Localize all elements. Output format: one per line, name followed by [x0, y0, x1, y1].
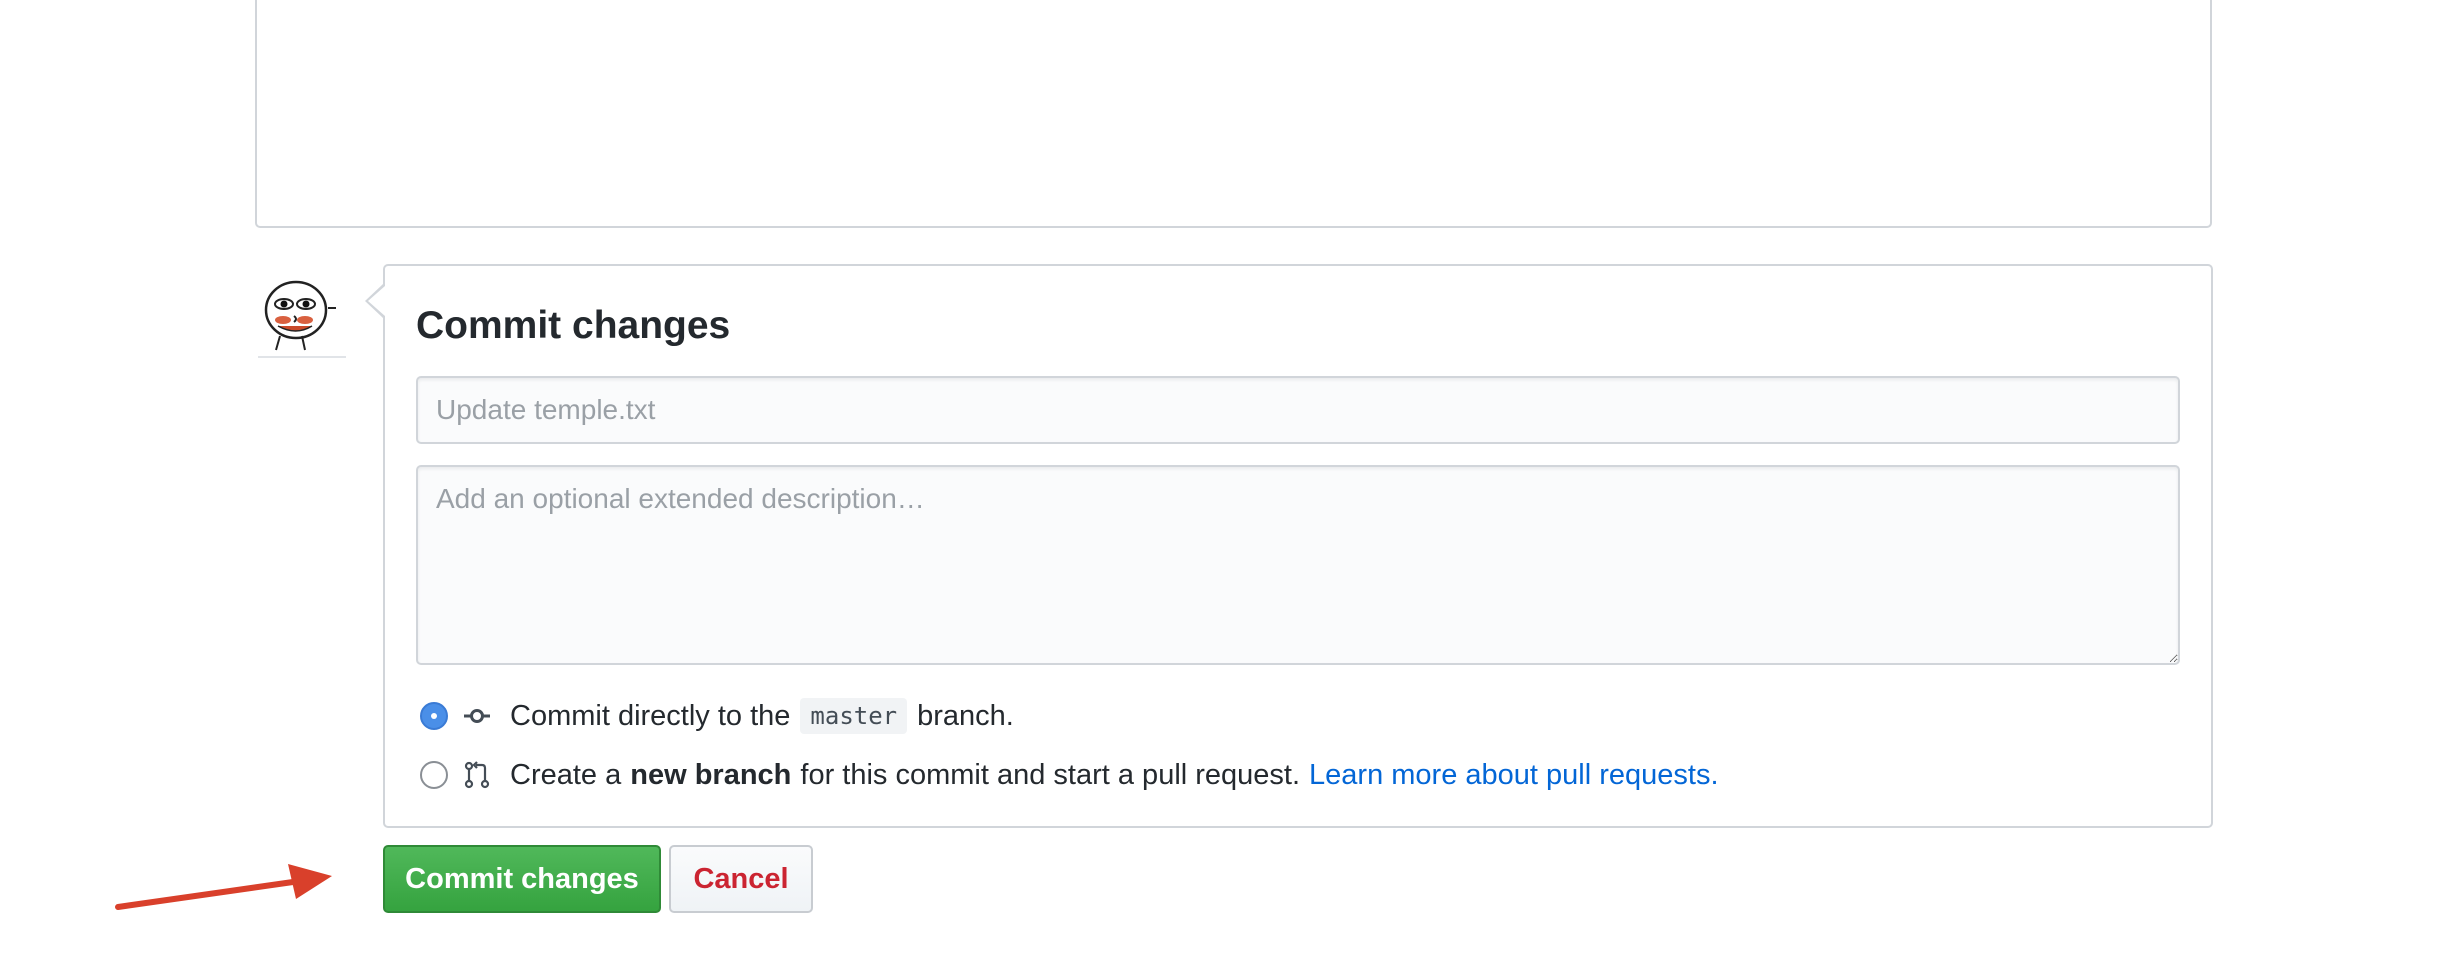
git-pull-request-icon — [464, 761, 490, 789]
cancel-button[interactable]: Cancel — [669, 845, 813, 913]
new-branch-bold: new branch — [630, 758, 792, 791]
commit-direct-option[interactable]: Commit directly to the master branch. — [420, 696, 1014, 736]
commit-direct-text: Commit directly to the — [510, 699, 791, 732]
panel-caret-fill — [368, 286, 385, 316]
user-avatar — [258, 272, 342, 356]
avatar-face-icon — [258, 272, 342, 356]
commit-direct-radio[interactable] — [420, 702, 448, 730]
commit-changes-button[interactable]: Commit changes — [383, 845, 661, 913]
new-branch-text-after: for this commit and start a pull request… — [800, 758, 1301, 791]
new-branch-radio[interactable] — [420, 761, 448, 789]
branch-name-badge: master — [800, 698, 908, 734]
new-branch-text: Create a — [510, 758, 622, 791]
red-arrow-icon — [115, 864, 332, 910]
avatar-divider — [258, 356, 346, 358]
commit-summary-input[interactable] — [416, 376, 2180, 444]
commit-direct-text-after: branch. — [917, 699, 1014, 732]
learn-more-pull-requests-link[interactable]: Learn more about pull requests. — [1309, 759, 1718, 792]
commit-description-textarea[interactable] — [416, 465, 2180, 665]
new-branch-option[interactable]: Create a new branch for this commit and … — [420, 755, 1719, 795]
file-editor-area[interactable] — [255, 0, 2212, 228]
git-commit-icon — [464, 709, 490, 723]
commit-panel-title: Commit changes — [416, 304, 731, 347]
